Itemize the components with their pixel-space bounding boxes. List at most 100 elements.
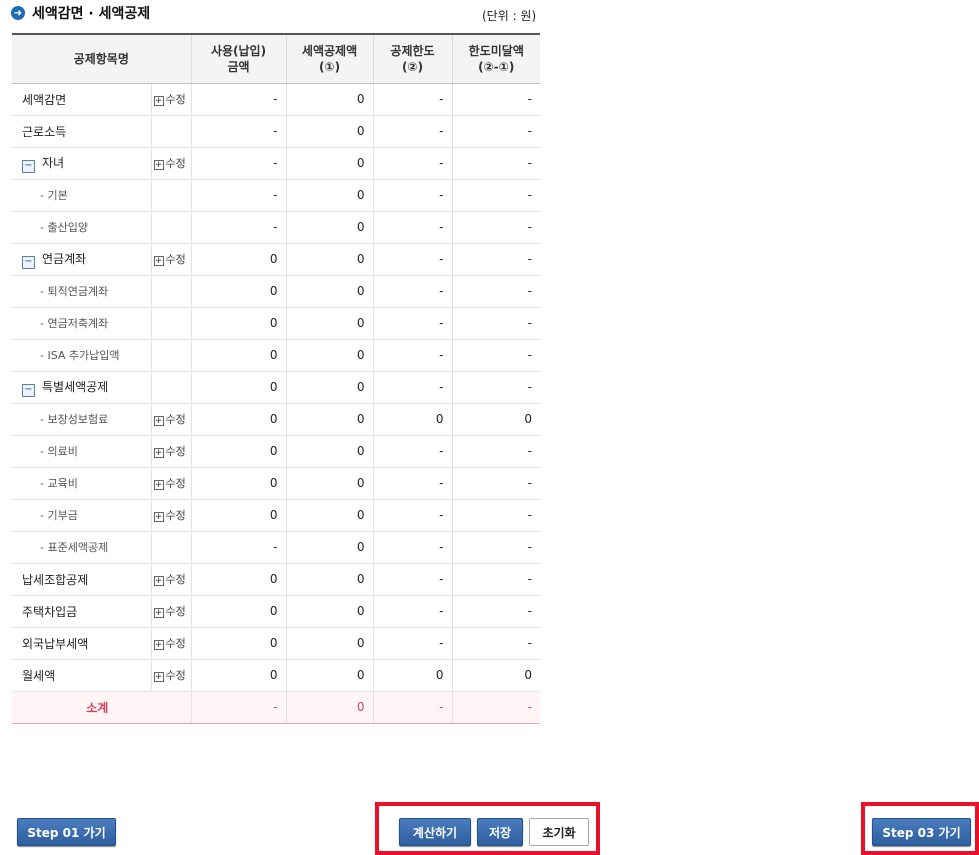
arrow-circle-icon: ➜ [11, 6, 25, 20]
edit-cell[interactable]: + 수정 [150, 595, 192, 628]
edit-cell [150, 275, 192, 308]
edit-link[interactable]: 수정 [166, 253, 186, 266]
edit-cell [150, 179, 192, 212]
row-name-cell: 세액감면 [12, 83, 151, 116]
reset-button[interactable]: 초기화 [529, 818, 589, 846]
edit-cell[interactable]: + 수정 [150, 435, 192, 468]
value-cell: 0 [285, 211, 374, 244]
edit-cell[interactable]: + 수정 [150, 243, 192, 276]
row-name-cell: 납세조합공제 [12, 563, 151, 596]
col-header-limit: 공제한도 (②) [372, 33, 453, 84]
edit-link[interactable]: 수정 [166, 413, 186, 426]
row-name-cell: 외국납부세액 [12, 627, 151, 660]
subtotal-value-cell: - [190, 691, 287, 724]
value-cell: 0 [285, 275, 374, 308]
value-cell: - [372, 147, 453, 180]
value-cell: 0 [285, 403, 374, 436]
value-cell: 0 [451, 403, 541, 436]
edit-cell[interactable]: + 수정 [150, 147, 192, 180]
value-cell: - [451, 83, 541, 116]
row-name-cell: − 특별세액공제 [12, 371, 151, 404]
value-cell: - [451, 307, 541, 340]
row-label: 세액감면 [22, 92, 67, 107]
value-cell: 0 [190, 467, 287, 500]
table-row: - 퇴직연금계좌 0 0- - [12, 275, 541, 308]
edit-link[interactable]: 수정 [166, 605, 186, 618]
step01-button[interactable]: Step 01 가기 [17, 818, 116, 846]
edit-cell[interactable]: + 수정 [150, 627, 192, 660]
col-header-item: 공제항목명 [12, 33, 192, 84]
table-row: - 출산입양 -0- - [12, 211, 541, 244]
table-row: − 특별세액공제 0 0- - [12, 371, 541, 404]
row-name-cell: 월세액 [12, 659, 151, 692]
edit-cell [150, 211, 192, 244]
plus-box-icon: + [153, 416, 164, 426]
row-name-cell: - 연금저축계좌 [12, 307, 151, 340]
row-label: - 표준세액공제 [40, 541, 109, 554]
value-cell: - [372, 563, 453, 596]
edit-cell[interactable]: + 수정 [150, 467, 192, 500]
value-cell: 0 [190, 627, 287, 660]
value-cell: - [372, 467, 453, 500]
edit-link[interactable]: 수정 [166, 477, 186, 490]
step03-button[interactable]: Step 03 가기 [872, 818, 971, 846]
collapse-toggle-icon[interactable]: − [22, 255, 35, 269]
value-cell: - [451, 211, 541, 244]
edit-link[interactable]: 수정 [166, 93, 186, 106]
value-cell: - [372, 275, 453, 308]
row-name-cell: − 연금계좌 [12, 243, 151, 276]
edit-cell [150, 371, 192, 404]
edit-link[interactable]: 수정 [166, 157, 186, 170]
row-label: - ISA 추가납입액 [40, 349, 120, 362]
value-cell: - [372, 179, 453, 212]
row-label: - 보장성보험료 [40, 413, 109, 426]
row-label: 외국납부세액 [22, 636, 89, 651]
edit-cell[interactable]: + 수정 [150, 403, 192, 436]
value-cell: - [451, 435, 541, 468]
value-cell: 0 [285, 243, 374, 276]
deduction-table: 공제항목명 사용(납입) 금액 세액공제액 (①) 공제한도 (②) 한도미달액 (②-… [12, 33, 541, 724]
edit-cell[interactable]: + 수정 [150, 83, 192, 116]
value-cell: 0 [285, 435, 374, 468]
plus-box-icon: + [153, 576, 164, 586]
row-name-cell: - 표준세액공제 [12, 531, 151, 564]
edit-link[interactable]: 수정 [166, 637, 186, 650]
plus-box-icon: + [153, 608, 164, 618]
row-label: 자녀 [42, 155, 65, 170]
row-label: - 교육비 [40, 477, 78, 490]
edit-cell[interactable]: + 수정 [150, 659, 192, 692]
edit-link[interactable]: 수정 [166, 509, 186, 522]
row-name-cell: 주택차입금 [12, 595, 151, 628]
row-name-cell: - ISA 추가납입액 [12, 339, 151, 372]
section-title: 세액감면 · 세액공제 [32, 6, 151, 22]
calculate-button[interactable]: 계산하기 [399, 818, 471, 846]
row-name-cell: 근로소득 [12, 115, 151, 148]
value-cell: - [190, 115, 287, 148]
edit-link[interactable]: 수정 [166, 573, 186, 586]
value-cell: - [372, 595, 453, 628]
value-cell: 0 [190, 659, 287, 692]
subtotal-row: 소계 -0- - [12, 691, 541, 724]
table-row: - 교육비 + 수정 0 0- - [12, 467, 541, 500]
edit-link[interactable]: 수정 [166, 445, 186, 458]
table-row: 월세액 + 수정 0 0 0 0 [12, 659, 541, 692]
table-row: - 표준세액공제 -0- - [12, 531, 541, 564]
save-button[interactable]: 저장 [477, 818, 523, 846]
value-cell: 0 [372, 403, 453, 436]
table-row: 납세조합공제 + 수정 0 0- - [12, 563, 541, 596]
value-cell: 0 [285, 147, 374, 180]
row-name-cell: - 교육비 [12, 467, 151, 500]
value-cell: 0 [285, 659, 374, 692]
value-cell: 0 [285, 563, 374, 596]
table-row: 외국납부세액 + 수정 0 0- - [12, 627, 541, 660]
row-label: - 연금저축계좌 [40, 317, 109, 330]
edit-cell[interactable]: + 수정 [150, 563, 192, 596]
collapse-toggle-icon[interactable]: − [22, 159, 35, 173]
value-cell: - [451, 243, 541, 276]
table-row: - 기부금 + 수정 0 0- - [12, 499, 541, 532]
collapse-toggle-icon[interactable]: − [22, 383, 35, 397]
row-label: 특별세액공제 [42, 379, 109, 394]
edit-link[interactable]: 수정 [166, 669, 186, 682]
edit-cell[interactable]: + 수정 [150, 499, 192, 532]
value-cell: 0 [285, 371, 374, 404]
